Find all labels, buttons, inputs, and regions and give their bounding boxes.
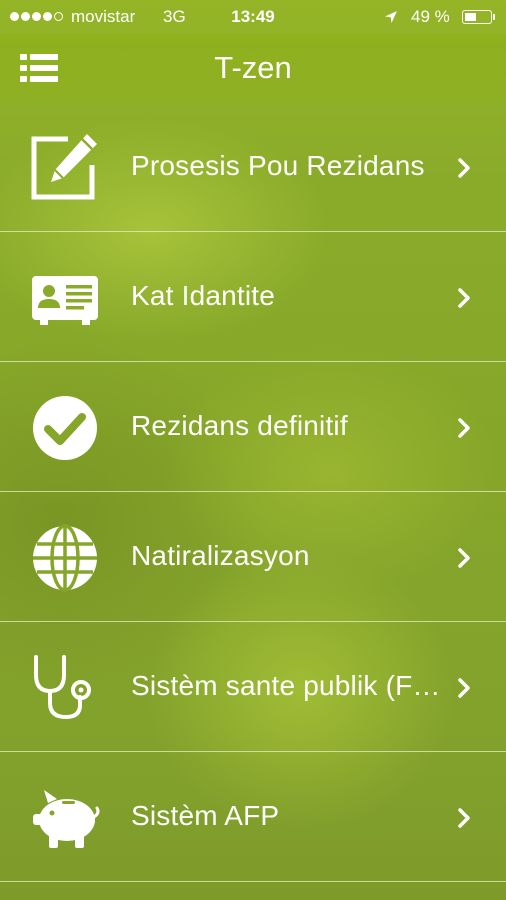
menu-item-label: Kat Idantite — [131, 280, 276, 311]
menu-item-prosesis-pou-rezidans[interactable]: Prosesis Pou Rezidans — [0, 102, 506, 232]
check-circle-icon — [30, 393, 100, 463]
signal-strength-icon — [10, 12, 63, 21]
menu-item-rezidans-definitif[interactable]: Rezidans definitif — [0, 362, 506, 492]
chevron-right-icon — [457, 677, 471, 704]
menu-item-kat-idantite[interactable]: Kat Idantite — [0, 232, 506, 362]
menu-item-label: Sistèm AFP — [131, 800, 280, 831]
edit-form-icon — [30, 133, 100, 203]
menu-item-label: Natiralizasyon — [131, 540, 310, 571]
menu-item-label: Rezidans definitif — [131, 410, 348, 441]
status-bar: movistar 3G 13:49 49 % — [0, 0, 506, 34]
id-card-icon — [30, 263, 100, 333]
chevron-right-icon — [457, 547, 471, 574]
navigation-bar: T-zen — [0, 34, 506, 102]
menu-item-natiralizasyon[interactable]: Natiralizasyon — [0, 492, 506, 622]
network-type: 3G — [163, 7, 186, 26]
chevron-right-icon — [457, 157, 471, 184]
piggy-bank-icon — [30, 783, 100, 853]
menu-list: Prosesis Pou Rezidans Kat Idantite Rezid… — [0, 102, 506, 882]
page-title: T-zen — [214, 50, 292, 85]
row-divider — [0, 881, 506, 882]
stethoscope-icon — [30, 653, 100, 723]
menu-item-label: Sistèm sante publik (F… — [131, 670, 441, 701]
chevron-right-icon — [457, 807, 471, 834]
globe-icon — [30, 523, 100, 593]
battery-percentage: 49 % — [411, 7, 450, 26]
list-menu-icon — [20, 54, 58, 82]
location-arrow-icon — [384, 9, 398, 29]
chevron-right-icon — [457, 287, 471, 314]
battery-icon — [462, 10, 495, 24]
menu-item-label: Prosesis Pou Rezidans — [131, 150, 425, 181]
menu-item-sistem-sante-publik[interactable]: Sistèm sante publik (F… — [0, 622, 506, 752]
menu-button[interactable] — [20, 52, 60, 84]
menu-item-sistem-afp[interactable]: Sistèm AFP — [0, 752, 506, 882]
carrier-name: movistar — [71, 7, 136, 26]
chevron-right-icon — [457, 417, 471, 444]
